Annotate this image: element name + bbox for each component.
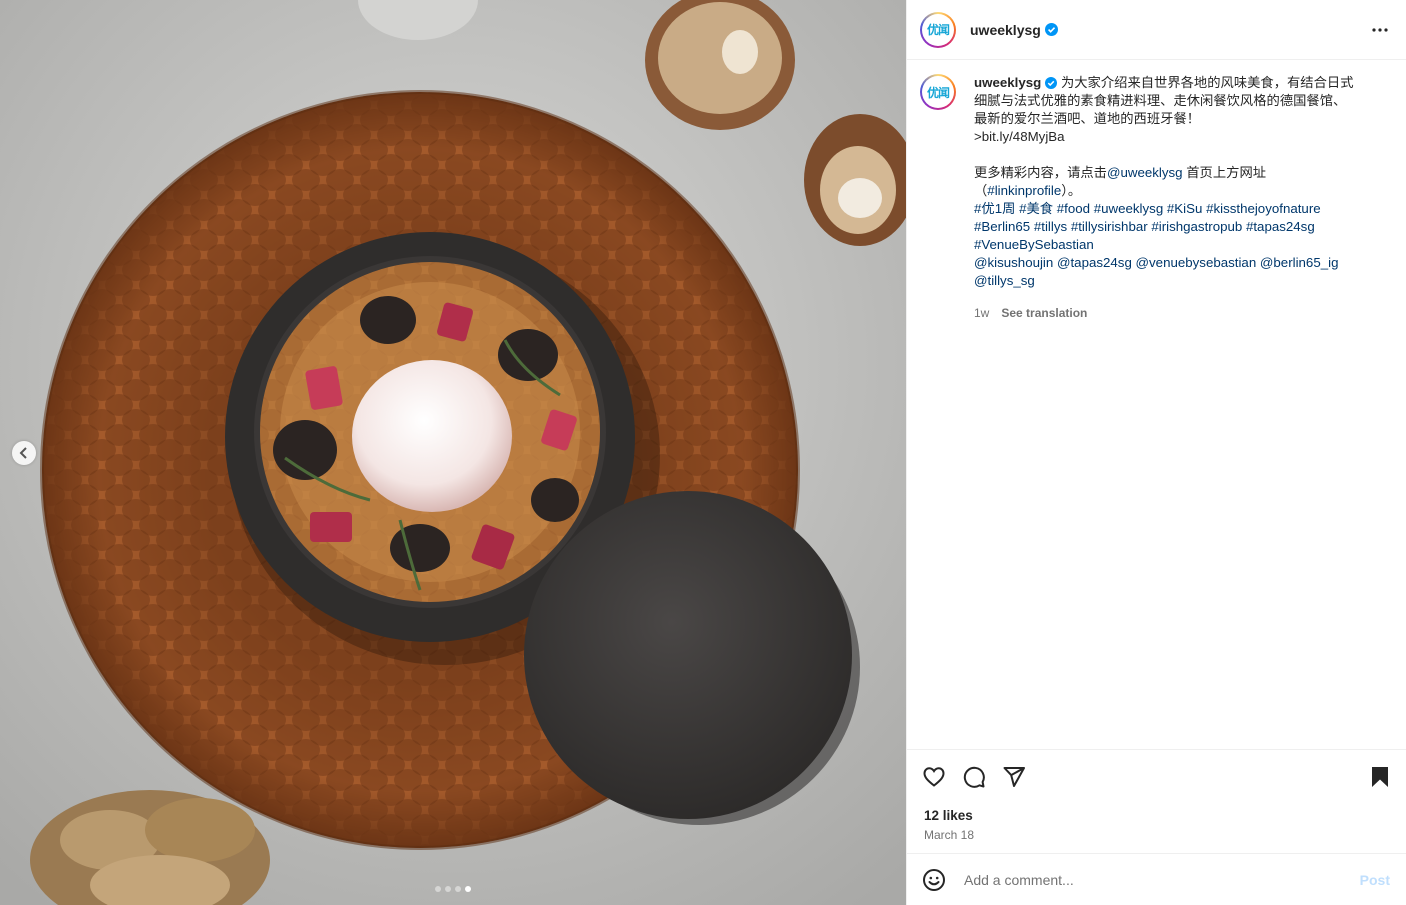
- more-options-button[interactable]: [1368, 18, 1392, 42]
- caption-line-3: 最新的爱尔兰酒吧、道地的西班牙餐！: [974, 111, 1201, 126]
- avatar-logo: 优闻: [924, 78, 952, 106]
- hashtags-line-1[interactable]: #优1周 #美食 #food #uweeklysg #KiSu #kissthe…: [974, 200, 1374, 218]
- mention-uweeklysg[interactable]: @uweeklysg: [1107, 165, 1183, 180]
- hashtag-linkinprofile[interactable]: #linkinprofile: [987, 183, 1061, 198]
- mentions-line-2[interactable]: @tillys_sg: [974, 272, 1374, 290]
- comment-bubble-icon: [963, 766, 985, 788]
- save-button[interactable]: [1368, 765, 1392, 789]
- post-actions: 12 likes March 18: [907, 749, 1406, 853]
- paren-close: ）。: [1061, 183, 1082, 198]
- post-comment-button[interactable]: Post: [1360, 872, 1390, 888]
- mentions-line-1[interactable]: @kisushoujin @tapas24sg @venuebysebastia…: [974, 254, 1374, 272]
- carousel-dot: [445, 886, 451, 892]
- avatar-logo: 优闻: [924, 15, 952, 44]
- caption-avatar[interactable]: 优闻: [920, 74, 956, 110]
- share-button[interactable]: [1002, 765, 1026, 789]
- emoji-icon[interactable]: [922, 868, 946, 892]
- verified-badge-icon: [1044, 23, 1058, 36]
- comment-input[interactable]: [962, 870, 1360, 889]
- food-photo: [0, 0, 906, 905]
- post-panel: 优闻 uweeklysg 优闻 uweeklysg 为大家介绍来自世界各地的风味…: [906, 0, 1406, 905]
- caption-username[interactable]: uweeklysg: [974, 75, 1041, 90]
- heart-icon: [923, 767, 945, 787]
- caption-more-prefix: 更多精彩内容，请点击: [974, 165, 1107, 180]
- hashtags-line-3[interactable]: #VenueBySebastian: [974, 236, 1374, 254]
- caption-line-2: 细腻与法式优雅的素食精进料理、走休闲餐饮风格的德国餐馆、: [974, 93, 1347, 108]
- carousel-dot: [465, 886, 471, 892]
- avatar[interactable]: 优闻: [920, 11, 956, 48]
- like-button[interactable]: [922, 765, 946, 789]
- caption-more-suffix: 首页上方网址: [1182, 165, 1267, 180]
- caption-text: uweeklysg 为大家介绍来自世界各地的风味美食，有结合日式 细腻与法式优雅…: [974, 74, 1374, 322]
- comment-button[interactable]: [962, 765, 986, 789]
- carousel-dot: [435, 886, 441, 892]
- chevron-left-icon: [19, 447, 27, 459]
- post-image: [0, 0, 906, 905]
- see-translation-link[interactable]: See translation: [1001, 304, 1087, 322]
- hashtags-line-2[interactable]: #Berlin65 #tillys #tillysirishbar #irish…: [974, 218, 1374, 236]
- caption-link: >bit.ly/48MyjBa: [974, 129, 1065, 144]
- comment-bar: Post: [907, 853, 1406, 905]
- post-header: 优闻 uweeklysg: [907, 0, 1406, 60]
- caption-line-1: 为大家介绍来自世界各地的风味美食，有结合日式: [1060, 75, 1354, 90]
- verified-badge-icon: [1045, 77, 1058, 89]
- caption-section: 优闻 uweeklysg 为大家介绍来自世界各地的风味美食，有结合日式 细腻与法…: [907, 60, 1406, 749]
- more-horizontal-icon: [1372, 27, 1388, 32]
- carousel-indicator: [0, 886, 906, 892]
- post-date: March 18: [924, 828, 975, 842]
- bookmark-filled-icon: [1372, 767, 1388, 787]
- send-icon: [1003, 767, 1025, 787]
- carousel-prev-button[interactable]: [12, 441, 36, 465]
- likes-count[interactable]: 12 likes: [924, 808, 1392, 823]
- header-username[interactable]: uweeklysg: [970, 22, 1041, 38]
- carousel-dot: [455, 886, 461, 892]
- post-time-ago: 1w: [974, 306, 990, 320]
- paren-open: （: [974, 183, 988, 198]
